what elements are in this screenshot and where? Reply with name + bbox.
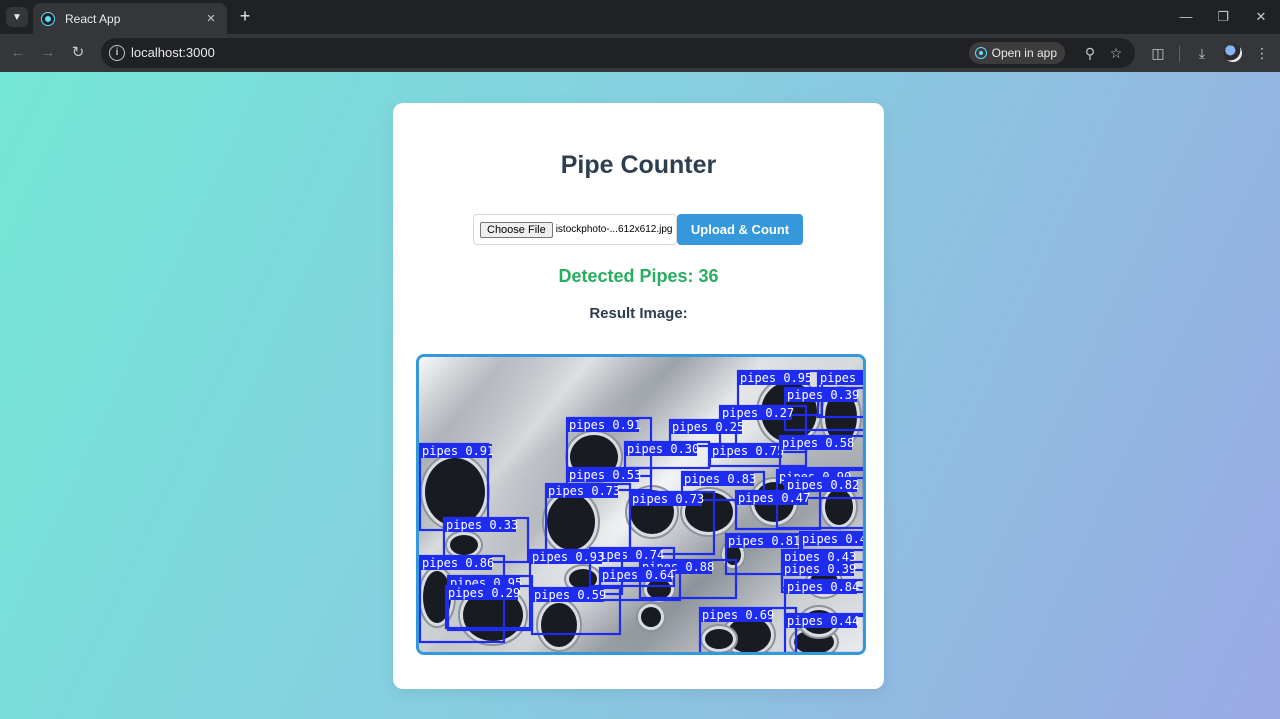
reload-icon[interactable]: ↻ <box>67 42 89 64</box>
window-close-icon[interactable]: ✕ <box>1246 6 1276 28</box>
detected-pipes-count: Detected Pipes: 36 <box>558 266 719 286</box>
detection-label: pipes 0.33 <box>446 518 518 532</box>
detection-label: pipes 0.44 <box>787 614 859 628</box>
detection-label: pipes 0.95 <box>740 371 812 385</box>
extensions-puzzle-icon[interactable]: ◫ <box>1147 42 1169 64</box>
browser-tab[interactable]: React App × <box>33 3 227 34</box>
detection-label: pipes 0.84 <box>787 580 859 594</box>
detection-label: pipes 0.91 <box>422 444 494 458</box>
open-in-app-label: Open in app <box>991 46 1057 60</box>
detection-label: pipes 0.48 <box>802 532 863 546</box>
pipe-counter-card: Pipe Counter Choose File istockphoto-...… <box>393 103 884 689</box>
forward-arrow-icon[interactable]: → <box>37 42 59 64</box>
detection-label: pipes 0.58 <box>782 436 854 450</box>
file-input[interactable]: Choose File istockphoto-...612x612.jpg <box>473 214 677 245</box>
pipe-opening <box>425 458 485 526</box>
pipe-opening <box>547 494 595 550</box>
tab-title: React App <box>65 11 121 26</box>
detection-label: pipes 0.29 <box>448 586 520 600</box>
pipe-opening <box>450 535 478 555</box>
toolbar-divider <box>1179 46 1180 62</box>
result-image: pipes 0.95 pipes 0.87 pipes 0.39 pipes 0.27… <box>416 354 866 655</box>
detection-label: pipes 0.69 <box>702 608 774 622</box>
address-bar[interactable]: i localhost:3000 Open in app ⚲ ☆ <box>101 38 1135 68</box>
profile-avatar[interactable] <box>1224 44 1242 62</box>
react-favicon-icon <box>41 11 55 26</box>
selected-file-name: istockphoto-...612x612.jpg <box>555 224 673 235</box>
detection-label: pipes 0.83 <box>684 472 756 486</box>
zoom-icon[interactable]: ⚲ <box>1079 42 1101 64</box>
upload-count-button[interactable]: Upload & Count <box>677 214 803 245</box>
choose-file-button[interactable]: Choose File <box>480 221 553 238</box>
pipe-opening <box>541 603 577 647</box>
react-app-icon <box>974 47 987 59</box>
browser-toolbar: ← → ↻ i localhost:3000 Open in app ⚲ ☆ ◫… <box>0 34 1280 72</box>
detection-label: pipes 0.73 <box>548 484 620 498</box>
address-url[interactable]: localhost:3000 <box>131 45 215 60</box>
detection-label: pipes 0.86 <box>422 556 494 570</box>
new-tab-plus-icon[interactable]: + <box>235 7 255 27</box>
menu-kebab-icon[interactable]: ⋮ <box>1251 42 1273 64</box>
browser-tab-bar: ▼ React App × + — ❐ ✕ <box>0 0 1280 34</box>
site-info-icon[interactable]: i <box>109 45 125 61</box>
restore-icon[interactable]: ❐ <box>1208 6 1238 28</box>
detection-label: pipes 0.73 <box>632 492 704 506</box>
detection-label: pipes 0.59 <box>534 588 606 602</box>
detection-label: pipes 0.91 <box>569 418 641 432</box>
tab-search-chevron-icon[interactable]: ▼ <box>6 7 28 27</box>
detection-label: pipes 0.75 <box>712 444 784 458</box>
detection-label: pipes 0.53 <box>569 468 641 482</box>
detection-label: pipes 0.30 <box>627 442 699 456</box>
pipe-opening <box>641 607 661 627</box>
back-arrow-icon[interactable]: ← <box>7 42 29 64</box>
bookmark-star-icon[interactable]: ☆ <box>1105 42 1127 64</box>
download-icon[interactable]: ⤓ <box>1191 42 1213 64</box>
detection-label: pipes 0.47 <box>738 491 810 505</box>
page-title: Pipe Counter <box>560 151 717 179</box>
detection-label: pipes 0.87 <box>820 371 863 385</box>
result-image-canvas: pipes 0.95 pipes 0.87 pipes 0.39 pipes 0.27… <box>419 357 863 652</box>
minimize-icon[interactable]: — <box>1171 6 1201 28</box>
detection-label: pipes 0.64 <box>602 568 674 582</box>
detection-label: pipes 0.25 <box>672 420 744 434</box>
pipe-opening <box>705 629 733 649</box>
result-image-label: Result Image: <box>589 305 688 322</box>
detection-label: pipes 0.81 <box>728 534 800 548</box>
open-in-app-button[interactable]: Open in app <box>968 42 1065 64</box>
detection-label: pipes 0.39 <box>787 388 859 402</box>
detection-label: pipes 0.27 <box>722 406 794 420</box>
detection-label: pipes 0.93 <box>532 550 604 564</box>
detection-label: pipes 0.82 <box>787 478 859 492</box>
tab-close-icon[interactable]: × <box>203 10 219 27</box>
detection-label: pipes 0.39 <box>784 562 856 576</box>
pipe-opening <box>825 489 853 525</box>
page-viewport: Pipe Counter Choose File istockphoto-...… <box>0 72 1280 719</box>
